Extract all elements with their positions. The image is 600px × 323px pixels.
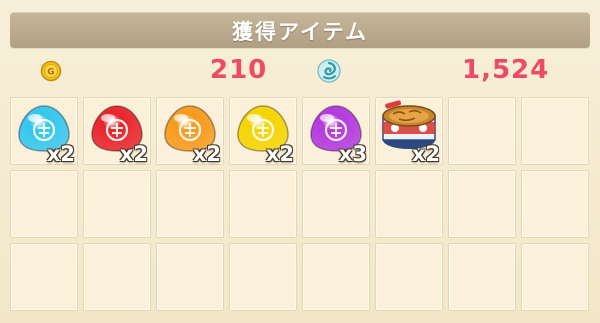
empty-slot <box>10 170 78 238</box>
empty-slot <box>302 170 370 238</box>
empty-slot <box>375 243 443 311</box>
item-slot[interactable]: x2 <box>229 97 297 166</box>
header-bar: 獲得アイテム <box>10 12 590 48</box>
empty-slot <box>448 170 516 238</box>
empty-slot <box>229 170 297 238</box>
empty-slot <box>83 170 151 238</box>
item-count: x2 <box>119 142 148 166</box>
item-slot[interactable]: x3 <box>302 97 370 166</box>
item-count: x2 <box>192 142 221 166</box>
empty-slot <box>448 97 516 165</box>
item-slot[interactable]: x2 <box>10 97 78 166</box>
gold-resource: G 210 <box>40 54 280 88</box>
panel-title: 獲得アイテム <box>232 20 368 44</box>
exp-resource: 1,524 <box>316 54 566 88</box>
item-slot[interactable]: x2 <box>83 97 151 166</box>
empty-slot <box>521 170 589 238</box>
item-count: x2 <box>46 142 75 166</box>
empty-slot <box>156 243 224 311</box>
item-slot[interactable]: x2 <box>375 97 443 166</box>
svg-text:G: G <box>47 68 54 78</box>
reward-panel: 獲得アイテム G 210 1,524 x2 x2 x2 x2 x3 x2 <box>0 0 600 323</box>
empty-slot <box>302 243 370 311</box>
item-count: x2 <box>411 142 440 166</box>
empty-slot <box>156 170 224 238</box>
gold-value: 210 <box>210 55 268 85</box>
item-slot[interactable]: x2 <box>156 97 224 166</box>
item-count: x3 <box>338 142 367 166</box>
exp-value: 1,524 <box>462 55 550 85</box>
item-count: x2 <box>265 142 294 166</box>
empty-slot <box>229 243 297 311</box>
item-grid: x2 x2 x2 x2 x3 x2 <box>10 97 600 323</box>
empty-slot <box>521 97 589 165</box>
empty-slot <box>448 243 516 311</box>
empty-slot <box>10 243 78 311</box>
empty-slot <box>83 243 151 311</box>
empty-slot <box>375 170 443 238</box>
swirl-orb-icon <box>317 59 341 83</box>
gold-coin-icon: G <box>40 60 62 82</box>
empty-slot <box>521 243 589 311</box>
